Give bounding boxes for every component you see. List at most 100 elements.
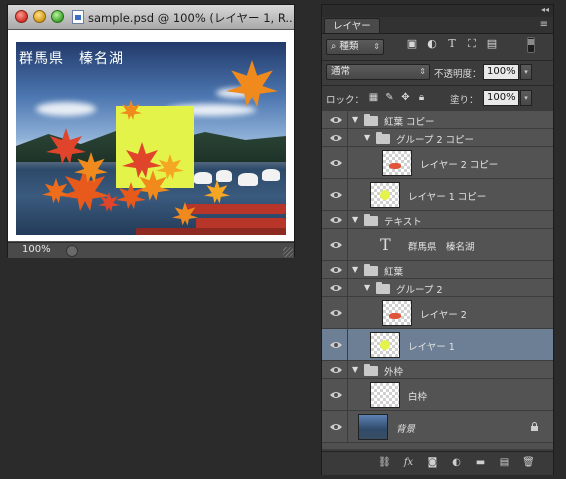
- fill-dropdown[interactable]: ▾: [520, 90, 532, 106]
- lock-image-icon[interactable]: ✎: [384, 92, 395, 103]
- maple-leaf: [226, 60, 278, 107]
- layer-group-row[interactable]: ▼ 紅葉 コピー: [322, 111, 553, 129]
- opacity-label: 不透明度：: [434, 69, 482, 80]
- folder-icon: [364, 264, 378, 276]
- visibility-toggle[interactable]: [322, 297, 348, 328]
- visibility-toggle[interactable]: [322, 179, 348, 210]
- layer-thumbnail: [370, 182, 400, 208]
- layer-name[interactable]: グループ 2: [396, 282, 443, 296]
- blend-mode-label: 通常: [331, 66, 351, 77]
- layer-row[interactable]: 背景: [322, 411, 553, 443]
- expand-triangle-icon[interactable]: ▼: [352, 215, 358, 224]
- visibility-toggle[interactable]: [322, 379, 348, 410]
- layer-group-row[interactable]: ▼ グループ 2: [322, 279, 553, 297]
- document-titlebar[interactable]: sample.psd @ 100% (レイヤー 1, R...: [8, 5, 296, 30]
- layer-row[interactable]: レイヤー 1 コピー: [322, 179, 553, 211]
- maple-leaf: [74, 152, 108, 183]
- search-icon: ⌕: [331, 41, 337, 52]
- expand-triangle-icon[interactable]: ▼: [352, 265, 358, 274]
- layer-name[interactable]: グループ 2 コピー: [396, 132, 474, 146]
- filter-kind-select[interactable]: ⌕ 種類 ⇕: [326, 39, 384, 55]
- expand-triangle-icon[interactable]: ▼: [364, 283, 370, 292]
- layer-row[interactable]: 白枠: [322, 379, 553, 411]
- visibility-toggle[interactable]: [322, 111, 348, 128]
- minimize-button[interactable]: [33, 10, 46, 23]
- layer-group-row[interactable]: ▼ グループ 2 コピー: [322, 129, 553, 147]
- visibility-toggle[interactable]: [322, 211, 348, 228]
- lock-position-icon[interactable]: ✥: [400, 92, 411, 103]
- adjustment-icon[interactable]: ◐: [450, 457, 463, 469]
- lock-all-icon[interactable]: 🔒︎: [416, 92, 427, 103]
- rowboat: [186, 204, 286, 214]
- zoom-level[interactable]: 100%: [22, 244, 51, 255]
- layer-group-row[interactable]: ▼ 外枠: [322, 361, 553, 379]
- lock-icon: [530, 422, 539, 431]
- document-info-icon[interactable]: [66, 245, 78, 257]
- opacity-dropdown[interactable]: ▾: [520, 64, 532, 80]
- close-button[interactable]: [15, 10, 28, 23]
- layer-name[interactable]: テキスト: [384, 214, 422, 228]
- tab-layers[interactable]: レイヤー: [324, 18, 380, 33]
- fill-input[interactable]: 100%: [483, 90, 519, 106]
- expand-triangle-icon[interactable]: ▼: [352, 115, 358, 124]
- visibility-toggle[interactable]: [322, 147, 348, 178]
- layer-thumbnail: [370, 332, 400, 358]
- eye-icon: [330, 309, 342, 317]
- layer-name[interactable]: 背景: [396, 421, 415, 435]
- eye-icon: [330, 191, 342, 199]
- layer-row[interactable]: レイヤー 1: [322, 329, 553, 361]
- shape-filter-icon[interactable]: ⛶: [466, 38, 478, 50]
- layer-name[interactable]: レイヤー 1: [408, 339, 455, 353]
- eye-icon: [330, 159, 342, 167]
- opacity-input[interactable]: 100%: [483, 64, 519, 80]
- visibility-toggle[interactable]: [322, 329, 348, 360]
- visibility-toggle[interactable]: [322, 411, 348, 442]
- layer-row[interactable]: レイヤー 2: [322, 297, 553, 329]
- visibility-toggle[interactable]: [322, 261, 348, 278]
- pixel-filter-icon[interactable]: ▣: [406, 38, 418, 50]
- layer-group-row[interactable]: ▼ テキスト: [322, 211, 553, 229]
- adjustment-filter-icon[interactable]: ◐: [426, 38, 438, 50]
- layer-name[interactable]: 外枠: [384, 364, 403, 378]
- layer-name[interactable]: 紅葉: [384, 264, 403, 278]
- layer-group-row[interactable]: ▼ 紅葉: [322, 261, 553, 279]
- smart-object-filter-icon[interactable]: ▤: [486, 38, 498, 50]
- layer-row[interactable]: T 群馬県 榛名湖: [322, 229, 553, 261]
- new-layer-icon[interactable]: ▤: [498, 457, 511, 469]
- maple-leaf: [116, 182, 146, 209]
- collapse-panel-icon[interactable]: ◂◂: [541, 5, 549, 14]
- expand-triangle-icon[interactable]: ▼: [352, 365, 358, 374]
- blend-mode-select[interactable]: 通常 ⇕: [326, 64, 430, 80]
- panel-header-strip[interactable]: ◂◂: [322, 5, 553, 17]
- panel-menu-icon[interactable]: ≡: [540, 19, 548, 30]
- folder-icon: [364, 364, 378, 376]
- visibility-toggle[interactable]: [322, 229, 348, 260]
- visibility-toggle[interactable]: [322, 129, 348, 146]
- type-filter-icon[interactable]: T: [446, 38, 458, 50]
- layer-name[interactable]: 紅葉 コピー: [384, 114, 435, 128]
- filter-toggle[interactable]: [527, 37, 535, 53]
- lake-photo: 群馬県 榛名湖: [16, 42, 286, 235]
- visibility-toggle[interactable]: [322, 361, 348, 378]
- zoom-button[interactable]: [51, 10, 64, 23]
- layer-name[interactable]: 白枠: [408, 389, 427, 403]
- link-icon[interactable]: ⛓: [378, 457, 391, 469]
- fx-icon[interactable]: fx: [402, 457, 415, 469]
- visibility-toggle[interactable]: [322, 279, 348, 296]
- trash-icon[interactable]: 🗑︎: [522, 457, 535, 469]
- expand-triangle-icon[interactable]: ▼: [364, 133, 370, 142]
- layer-name[interactable]: 群馬県 榛名湖: [408, 239, 475, 253]
- leaf-swatch: [389, 163, 401, 169]
- layer-name[interactable]: レイヤー 2 コピー: [420, 157, 498, 171]
- layer-name[interactable]: レイヤー 2: [420, 307, 467, 321]
- layer-row[interactable]: レイヤー 2 コピー: [322, 147, 553, 179]
- canvas[interactable]: 群馬県 榛名湖: [8, 30, 294, 241]
- mask-icon[interactable]: ◙: [426, 457, 439, 469]
- lock-row: ロック： ▦ ✎ ✥ 🔒︎ 塗り： 100% ▾: [322, 86, 553, 110]
- new-group-icon[interactable]: ▬: [474, 457, 487, 469]
- lock-transparent-icon[interactable]: ▦: [368, 92, 379, 103]
- resize-grip[interactable]: [283, 247, 293, 257]
- yellow-swatch: [380, 340, 390, 350]
- layer-name[interactable]: レイヤー 1 コピー: [408, 189, 486, 203]
- layer-list: ▼ 紅葉 コピー ▼ グループ 2 コピーレイヤー 2 コピーレイヤー 1 コピー ▼ テ…: [322, 111, 553, 449]
